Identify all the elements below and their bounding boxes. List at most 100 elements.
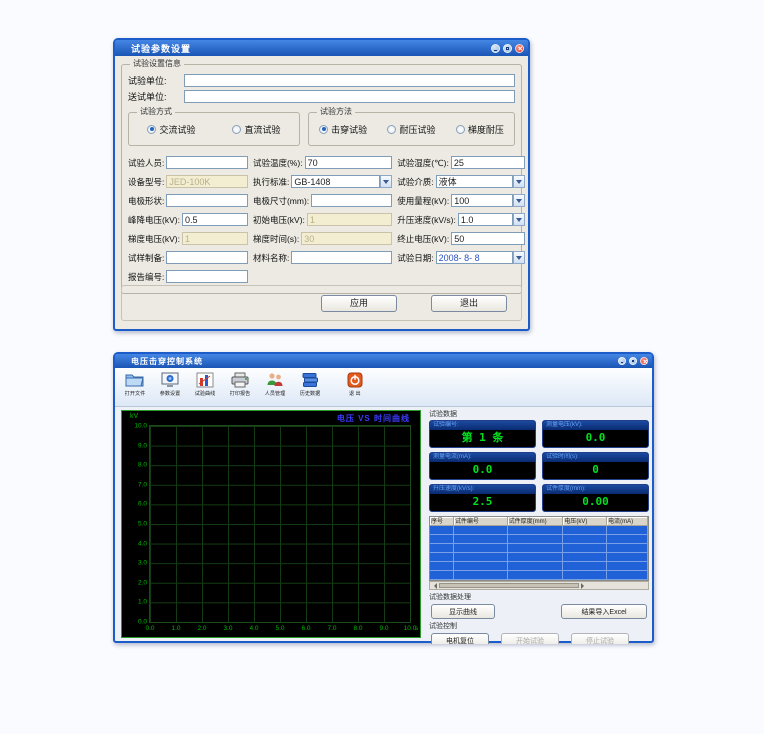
field-input[interactable] [291, 175, 380, 188]
field-label: 材料名称: [253, 252, 289, 264]
table-cell [563, 526, 607, 535]
table-cell [508, 526, 564, 535]
field-label: 试验人员: [128, 157, 164, 169]
radio-option[interactable]: 梯度耐压 [456, 123, 504, 136]
results-table-header: 序号试件编号试件厚度(mm)电压(kV)电流(mA) [430, 517, 648, 526]
field-input[interactable] [458, 213, 513, 226]
toolbar-item-4[interactable]: 人员管理 [259, 370, 291, 398]
scroll-left-icon[interactable] [431, 583, 437, 589]
param-field-1: 试验温度(%): [253, 156, 392, 169]
table-row[interactable] [430, 535, 648, 544]
field-input-wrap [166, 194, 248, 207]
field-input[interactable] [451, 194, 513, 207]
export-excel-button[interactable]: 结果导入Excel [561, 604, 647, 619]
table-header-cell[interactable]: 序号 [430, 517, 454, 526]
field-input[interactable] [182, 213, 248, 226]
minimize-icon[interactable] [618, 357, 626, 365]
field-input[interactable] [291, 251, 392, 264]
table-row[interactable] [430, 526, 648, 535]
toolbar-item-3[interactable]: 打印报告 [224, 370, 256, 398]
dropdown-button[interactable] [380, 175, 392, 188]
table-cell [508, 535, 564, 544]
toolbar-item-1[interactable]: 参数设置 [154, 370, 186, 398]
field-input[interactable] [166, 251, 248, 264]
dropdown-button[interactable] [513, 175, 525, 188]
dropdown-button[interactable] [513, 251, 525, 264]
dropdown-button[interactable] [513, 194, 525, 207]
table-row[interactable] [430, 544, 648, 553]
field-input[interactable] [166, 156, 248, 169]
window-controls [491, 44, 524, 53]
unit-input[interactable] [184, 74, 515, 87]
y-axis-tick: 5.0 [138, 521, 150, 528]
unit-input[interactable] [184, 90, 515, 103]
table-cell [508, 562, 564, 571]
motor-reset-button[interactable]: 电机复位 [431, 633, 489, 644]
field-input[interactable] [305, 156, 393, 169]
param-window-titlebar[interactable]: 试验参数设置 [115, 40, 528, 56]
toolbar-item-0[interactable]: 打开文件 [119, 370, 151, 398]
desktop: 试验参数设置 试验设置信息 试验单位:送试单位: 试验方式 交流试验直流试验 试… [0, 0, 764, 734]
table-header-cell[interactable]: 试件厚度(mm) [508, 517, 564, 526]
table-header-cell[interactable]: 试件编号 [454, 517, 508, 526]
unit-row: 送试单位: [128, 90, 515, 103]
exit-button[interactable]: 退出 [431, 295, 507, 312]
maximize-icon[interactable] [629, 357, 637, 365]
radio-option[interactable]: 交流试验 [147, 123, 195, 136]
dropdown-button[interactable] [513, 213, 525, 226]
field-input [307, 213, 392, 226]
table-cell [430, 571, 454, 580]
param-field-2: 试验湿度(℃): [397, 156, 525, 169]
table-cell [607, 562, 648, 571]
value-box-5: 试件厚度(mm):0.00 [542, 484, 649, 512]
toolbar-item-5[interactable]: 历史数据 [294, 370, 326, 398]
table-row[interactable] [430, 553, 648, 562]
param-field-16: 材料名称: [253, 251, 392, 264]
control-system-window: 电压击穿控制系统 打开文件参数设置试验曲线打印报告人员管理历史数据退 出 kV … [113, 352, 654, 643]
toolbar-item-2[interactable]: 试验曲线 [189, 370, 221, 398]
test-method-group-title: 试验方法 [317, 107, 355, 117]
field-input[interactable] [166, 270, 248, 283]
value-box-label: 升压速度(kV/s): [430, 485, 535, 494]
field-input[interactable] [451, 156, 525, 169]
control-window-titlebar[interactable]: 电压击穿控制系统 [115, 354, 652, 368]
field-input [182, 232, 248, 245]
show-curve-button[interactable]: 显示曲线 [431, 604, 495, 619]
radio-option[interactable]: 击穿试验 [319, 123, 367, 136]
field-input[interactable] [436, 175, 513, 188]
field-label: 升压速度(kV/s): [397, 214, 456, 226]
horizontal-scrollbar[interactable] [429, 581, 649, 590]
x-axis-tick: 4.0 [249, 625, 258, 632]
close-icon[interactable] [515, 44, 524, 53]
minimize-icon[interactable] [491, 44, 500, 53]
x-axis-tick: 3.0 [223, 625, 232, 632]
scrollbar-thumb[interactable] [439, 583, 579, 588]
field-input[interactable] [311, 194, 392, 207]
x-axis-tick: 1.0 [171, 625, 180, 632]
field-input[interactable] [436, 251, 513, 264]
field-input[interactable] [451, 232, 525, 245]
apply-button[interactable]: 应用 [321, 295, 397, 312]
maximize-icon[interactable] [503, 44, 512, 53]
table-header-cell[interactable]: 电压(kV) [563, 517, 607, 526]
table-cell [607, 553, 648, 562]
param-field-13: 梯度时间(s): [253, 232, 392, 245]
table-cell [430, 544, 454, 553]
radio-option[interactable]: 直流试验 [232, 123, 280, 136]
close-icon[interactable] [640, 357, 648, 365]
param-field-17: 试验日期: [397, 251, 525, 264]
param-field-14: 终止电压(kV): [397, 232, 525, 245]
radio-option[interactable]: 耐压试验 [387, 123, 435, 136]
table-header-cell[interactable]: 电流(mA) [607, 517, 648, 526]
scroll-right-icon[interactable] [581, 583, 587, 589]
toolbar-item-6[interactable]: 退 出 [339, 370, 371, 398]
test-mode-group: 试验方式 交流试验直流试验 [128, 112, 300, 146]
field-input[interactable] [166, 194, 248, 207]
voltage-time-chart: kV 电压 VS 时间曲线 s 10.09.08.07.06.05.04.03.… [121, 410, 421, 638]
value-box-value: 2.5 [430, 494, 535, 510]
table-row[interactable] [430, 562, 648, 571]
table-row[interactable] [430, 571, 648, 580]
users-icon [264, 370, 286, 389]
dialog-button-panel: 应用 退出 [121, 285, 522, 321]
unit-row-label: 送试单位: [128, 90, 184, 103]
